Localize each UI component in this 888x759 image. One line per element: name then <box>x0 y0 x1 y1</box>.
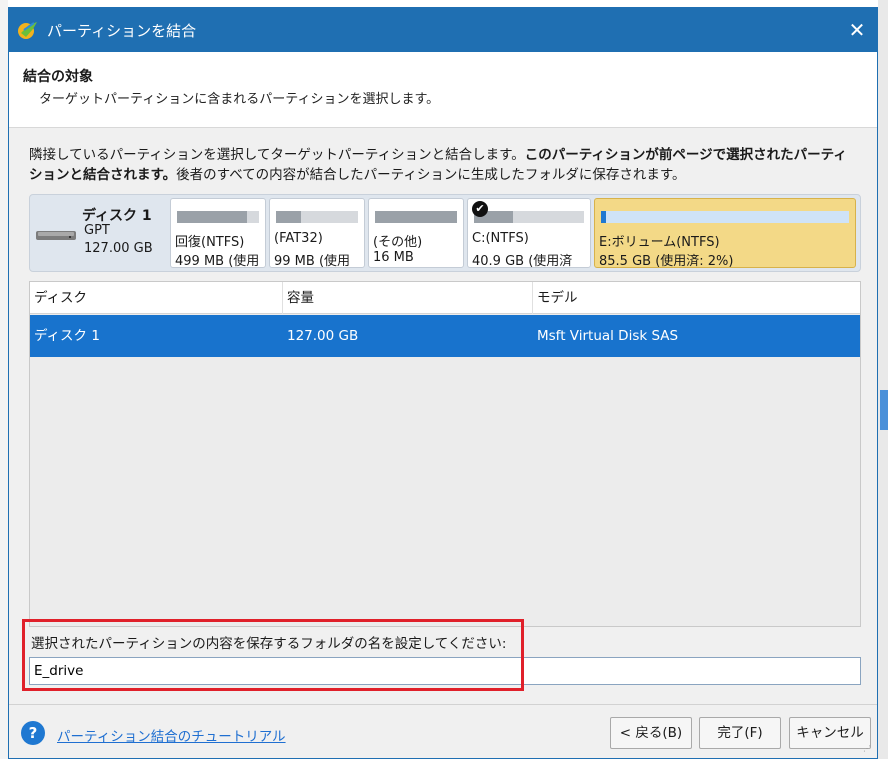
column-header-model[interactable]: モデル <box>533 282 860 314</box>
partition-block[interactable]: 回復(NTFS) 499 MB (使用 <box>170 198 266 268</box>
window-title: パーティションを結合 <box>47 22 197 40</box>
instruction-part2: 後者のすべての内容が結合したパーティションに生成したフォルダに保存されます。 <box>176 167 686 183</box>
disk-map: ディスク 1 GPT 127.00 GB 回復(NTFS) 499 MB (使用… <box>29 194 861 272</box>
usage-bar <box>177 211 259 223</box>
instruction-part1: 隣接しているパーティションを選択してターゲットパーティションと結合します。 <box>29 147 525 163</box>
column-header-disk[interactable]: ディスク <box>30 282 283 314</box>
usage-bar <box>276 211 358 223</box>
table-row[interactable]: ディスク 1 127.00 GB Msft Virtual Disk SAS <box>30 315 860 357</box>
cancel-button[interactable]: キャンセル <box>789 717 871 749</box>
cell-disk: ディスク 1 <box>34 328 100 344</box>
partition-name: C:(NTFS) <box>472 231 529 246</box>
folder-name-label: 選択されたパーティションの内容を保存するフォルダの名を設定してください: <box>31 636 507 652</box>
partition-size: 85.5 GB (使用済: 2%) <box>599 254 734 268</box>
cell-capacity: 127.00 GB <box>287 328 359 344</box>
partition-block[interactable]: (FAT32) 99 MB (使用 <box>269 198 365 268</box>
usage-fill <box>276 211 301 223</box>
step-title: 結合の対象 <box>23 69 93 85</box>
back-button[interactable]: < 戻る(B) <box>610 717 692 749</box>
help-icon[interactable]: ? <box>21 721 45 745</box>
usage-bar <box>474 211 584 223</box>
close-icon: ✕ <box>848 18 866 42</box>
app-logo-icon <box>18 22 37 39</box>
table-header: ディスク 容量 モデル <box>30 282 860 314</box>
column-header-capacity[interactable]: 容量 <box>283 282 533 314</box>
background-app-left <box>0 0 8 759</box>
partition-name: E:ボリューム(NTFS) <box>599 235 720 250</box>
disk-type: GPT <box>84 223 110 238</box>
partition-size: 40.9 GB (使用済 <box>472 254 573 268</box>
disk-size: 127.00 GB <box>84 241 153 256</box>
partition-size: 499 MB (使用 <box>175 254 260 268</box>
partition-name: (FAT32) <box>274 231 323 246</box>
disk-info: ディスク 1 GPT 127.00 GB <box>30 195 168 271</box>
background-app-accent <box>880 390 888 430</box>
tutorial-link[interactable]: パーティション結合のチュートリアル <box>57 725 286 745</box>
disk-name: ディスク 1 <box>82 208 152 224</box>
partition-block-selected[interactable]: E:ボリューム(NTFS) 85.5 GB (使用済: 2%) <box>594 198 856 268</box>
usage-fill <box>601 211 606 223</box>
usage-bar <box>375 211 457 223</box>
close-button[interactable]: ✕ <box>837 8 877 52</box>
background-app-right <box>878 0 888 759</box>
partition-block[interactable]: (その他) 16 MB <box>368 198 464 268</box>
usage-fill <box>375 211 457 223</box>
hard-disk-icon <box>36 231 76 240</box>
wizard-header: 結合の対象 ターゲットパーティションに含まれるパーティションを選択します。 <box>9 52 877 128</box>
instruction-text: 隣接しているパーティションを選択してターゲットパーティションと結合します。このパ… <box>29 145 859 185</box>
resize-grip-icon[interactable]: ⋰ <box>863 744 873 754</box>
checkmark-icon: ✔ <box>472 201 488 217</box>
footer: ? パーティション結合のチュートリアル < 戻る(B) 完了(F) キャンセル … <box>9 704 877 758</box>
disk-table: ディスク 容量 モデル ディスク 1 127.00 GB Msft Virtua… <box>29 281 861 627</box>
folder-name-input[interactable] <box>29 657 861 685</box>
partition-name: (その他) <box>373 235 423 250</box>
partition-block[interactable]: ✔ C:(NTFS) 40.9 GB (使用済 <box>467 198 591 268</box>
finish-button[interactable]: 完了(F) <box>699 717 781 749</box>
merge-partition-dialog: パーティションを結合 ✕ 結合の対象 ターゲットパーティションに含まれるパーティ… <box>8 7 878 759</box>
titlebar: パーティションを結合 ✕ <box>9 8 877 52</box>
usage-bar <box>601 211 849 223</box>
cell-model: Msft Virtual Disk SAS <box>537 328 679 344</box>
usage-fill <box>177 211 247 223</box>
partition-name: 回復(NTFS) <box>175 235 245 250</box>
step-subtitle: ターゲットパーティションに含まれるパーティションを選択します。 <box>39 92 440 107</box>
partition-size: 16 MB <box>373 250 414 265</box>
partition-size: 99 MB (使用 <box>274 254 351 268</box>
